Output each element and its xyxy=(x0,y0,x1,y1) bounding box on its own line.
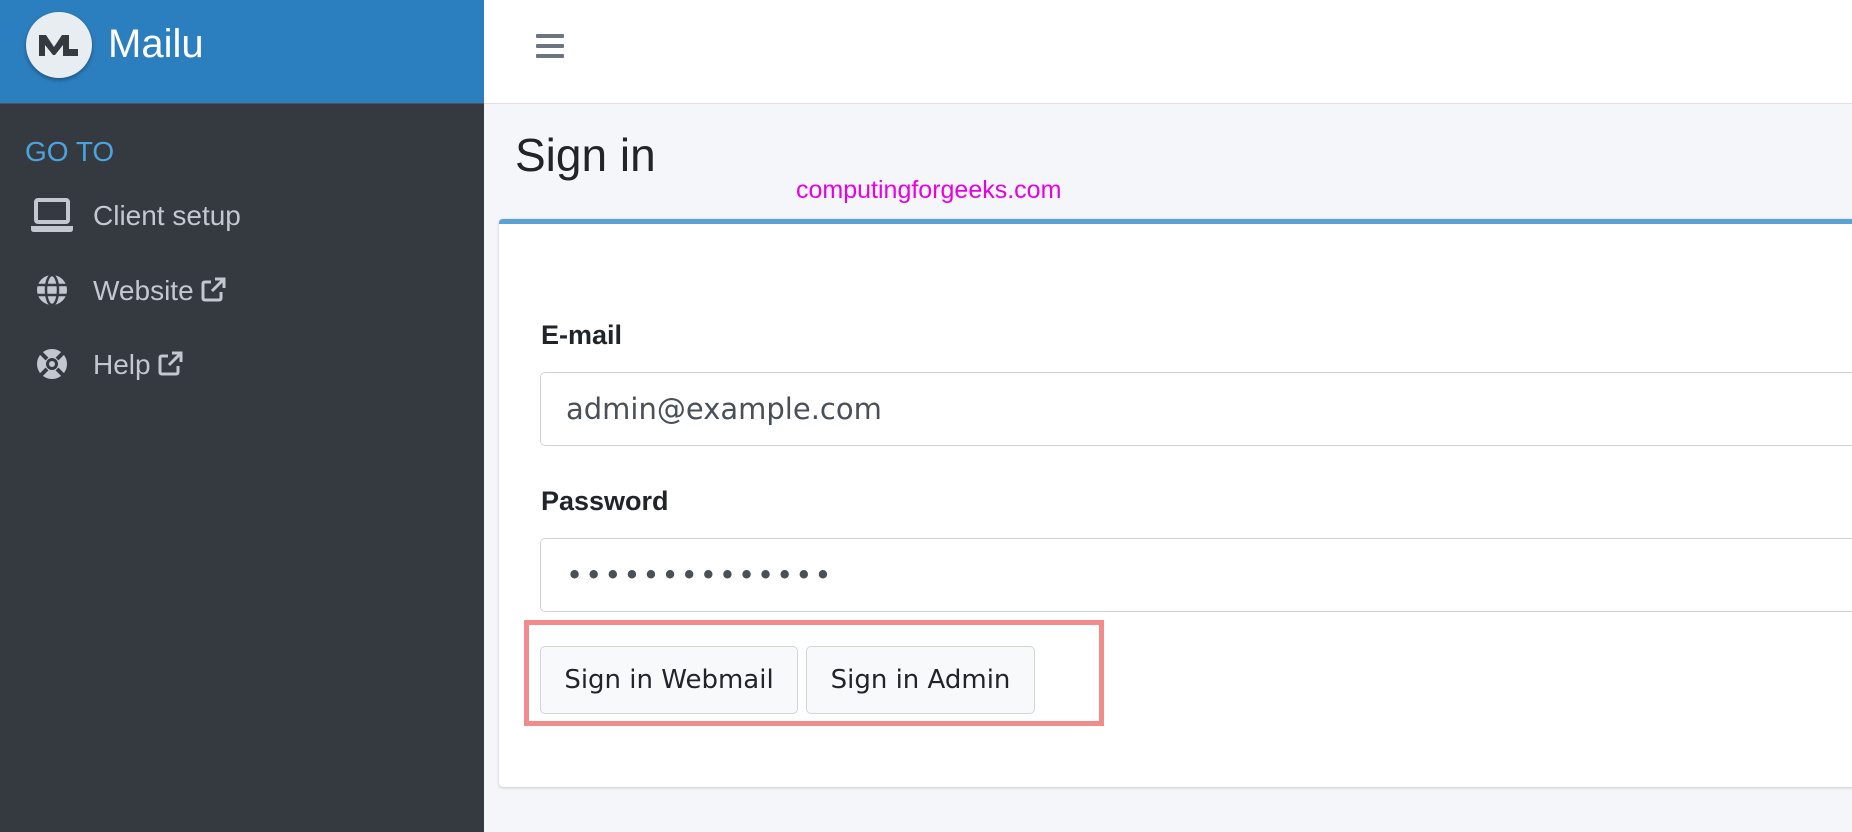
sidebar-item-label: Website xyxy=(93,274,226,307)
sign-in-webmail-button[interactable]: Sign in Webmail xyxy=(540,646,798,714)
email-label: E-mail xyxy=(541,320,623,350)
external-link-icon xyxy=(158,351,183,376)
hamburger-menu-icon[interactable] xyxy=(530,30,570,66)
life-ring-icon xyxy=(30,346,74,382)
nav-header: GO TO xyxy=(25,136,115,167)
sidebar-item-label-text: Help xyxy=(93,349,151,380)
password-label: Password xyxy=(541,486,669,516)
sign-in-admin-button[interactable]: Sign in Admin xyxy=(806,646,1035,714)
sidebar-item-label: Client setup xyxy=(93,200,241,231)
password-field[interactable] xyxy=(540,538,1852,612)
sidebar-item-website[interactable]: Website xyxy=(0,260,484,320)
sidebar-item-client-setup[interactable]: Client setup xyxy=(0,186,484,246)
brand-name: Mailu xyxy=(108,22,204,66)
watermark-text: computingforgeeks.com xyxy=(796,176,1062,204)
email-field[interactable] xyxy=(540,372,1852,446)
globe-icon xyxy=(30,272,74,308)
top-navbar xyxy=(484,0,1852,104)
page-title: Sign in xyxy=(515,129,656,181)
laptop-icon xyxy=(30,198,74,234)
sidebar-item-label-text: Website xyxy=(93,275,194,306)
external-link-icon xyxy=(201,277,226,302)
mailu-logo-icon xyxy=(26,12,92,78)
sidebar-item-help[interactable]: Help xyxy=(0,334,484,394)
brand-link[interactable]: Mailu xyxy=(0,0,484,104)
sidebar-item-label: Help xyxy=(93,348,183,381)
sidebar: Mailu GO TO Client setup Website Help xyxy=(0,0,484,832)
